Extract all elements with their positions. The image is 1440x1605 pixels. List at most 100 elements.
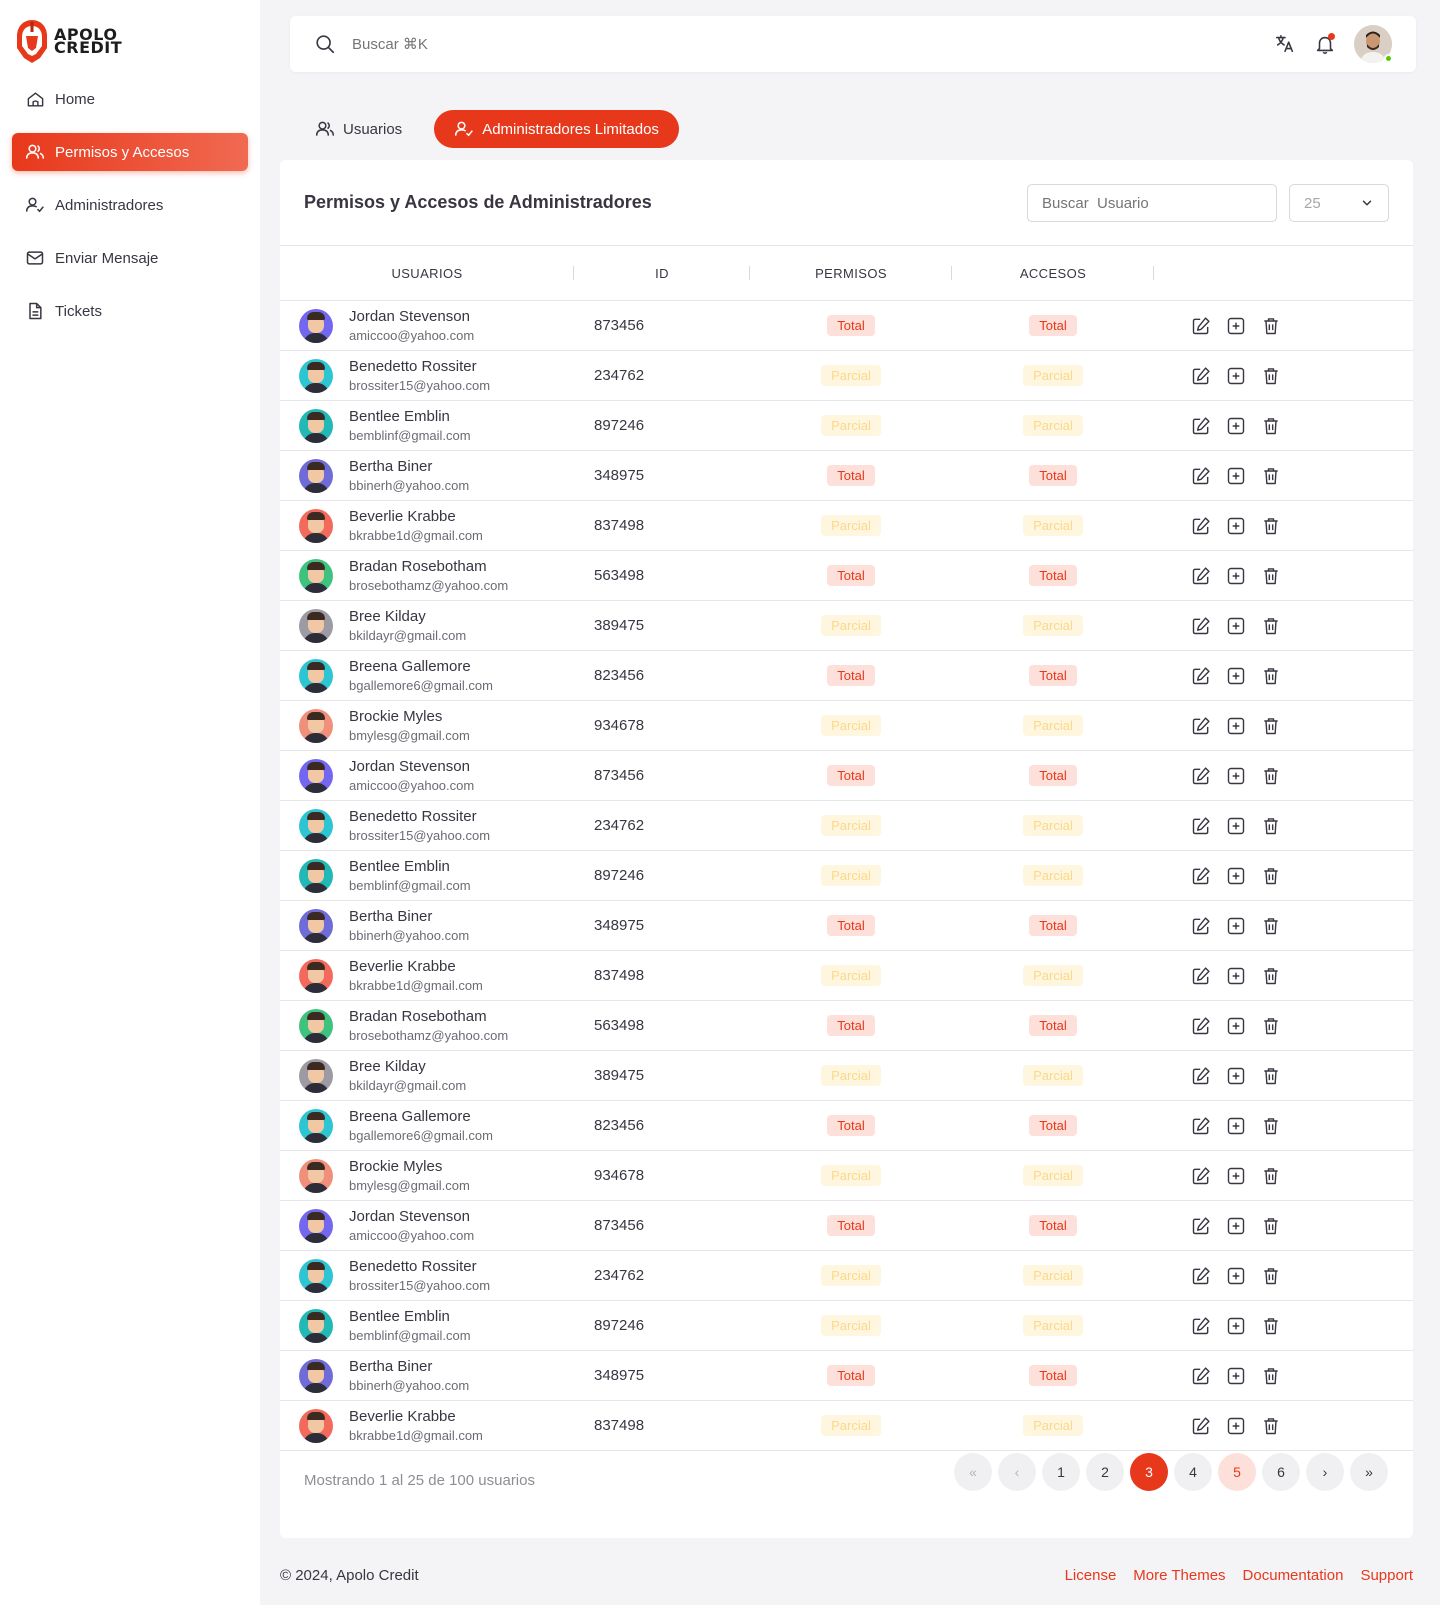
trash-icon[interactable] xyxy=(1261,1316,1281,1336)
edit-icon[interactable] xyxy=(1191,966,1211,986)
add-square-icon[interactable] xyxy=(1226,1266,1246,1286)
trash-icon[interactable] xyxy=(1261,616,1281,636)
search-icon[interactable] xyxy=(314,33,336,55)
trash-icon[interactable] xyxy=(1261,916,1281,936)
add-square-icon[interactable] xyxy=(1226,566,1246,586)
edit-icon[interactable] xyxy=(1191,916,1211,936)
edit-icon[interactable] xyxy=(1191,666,1211,686)
logo[interactable]: APOLO CREDIT xyxy=(14,18,122,64)
trash-icon[interactable] xyxy=(1261,816,1281,836)
add-square-icon[interactable] xyxy=(1226,1166,1246,1186)
page-button-3[interactable]: 3 xyxy=(1130,1453,1168,1491)
tab-administradores-limitados[interactable]: Administradores Limitados xyxy=(434,110,679,148)
sidebar-item-enviar-mensaje[interactable]: Enviar Mensaje xyxy=(12,239,248,277)
edit-icon[interactable] xyxy=(1191,1016,1211,1036)
add-square-icon[interactable] xyxy=(1226,1416,1246,1436)
add-square-icon[interactable] xyxy=(1226,466,1246,486)
add-square-icon[interactable] xyxy=(1226,716,1246,736)
trash-icon[interactable] xyxy=(1261,966,1281,986)
user-avatar[interactable] xyxy=(1354,25,1393,63)
global-search-input[interactable] xyxy=(352,35,1274,53)
edit-icon[interactable] xyxy=(1191,1316,1211,1336)
trash-icon[interactable] xyxy=(1261,666,1281,686)
column-header-usuarios[interactable]: USUARIOS xyxy=(280,246,574,301)
edit-icon[interactable] xyxy=(1191,516,1211,536)
add-square-icon[interactable] xyxy=(1226,916,1246,936)
trash-icon[interactable] xyxy=(1261,1216,1281,1236)
trash-icon[interactable] xyxy=(1261,716,1281,736)
add-square-icon[interactable] xyxy=(1226,1216,1246,1236)
edit-icon[interactable] xyxy=(1191,316,1211,336)
edit-icon[interactable] xyxy=(1191,616,1211,636)
column-header-accesos[interactable]: ACCESOS xyxy=(952,246,1154,301)
add-square-icon[interactable] xyxy=(1226,1366,1246,1386)
edit-icon[interactable] xyxy=(1191,1416,1211,1436)
trash-icon[interactable] xyxy=(1261,1166,1281,1186)
last-page-button[interactable]: » xyxy=(1350,1453,1388,1491)
sidebar-item-permisos[interactable]: Permisos y Accesos xyxy=(12,133,248,171)
edit-icon[interactable] xyxy=(1191,1366,1211,1386)
add-square-icon[interactable] xyxy=(1226,616,1246,636)
edit-icon[interactable] xyxy=(1191,1266,1211,1286)
trash-icon[interactable] xyxy=(1261,466,1281,486)
trash-icon[interactable] xyxy=(1261,1116,1281,1136)
bell-icon[interactable] xyxy=(1314,33,1336,55)
trash-icon[interactable] xyxy=(1261,316,1281,336)
sidebar-item-administradores[interactable]: Administradores xyxy=(12,186,248,224)
trash-icon[interactable] xyxy=(1261,1366,1281,1386)
add-square-icon[interactable] xyxy=(1226,1066,1246,1086)
footer-link-support[interactable]: Support xyxy=(1360,1567,1413,1584)
add-square-icon[interactable] xyxy=(1226,766,1246,786)
footer-link-documentation[interactable]: Documentation xyxy=(1243,1567,1344,1584)
page-button-6[interactable]: 6 xyxy=(1262,1453,1300,1491)
edit-icon[interactable] xyxy=(1191,416,1211,436)
add-square-icon[interactable] xyxy=(1226,1016,1246,1036)
trash-icon[interactable] xyxy=(1261,1266,1281,1286)
edit-icon[interactable] xyxy=(1191,566,1211,586)
footer-link-more-themes[interactable]: More Themes xyxy=(1133,1567,1225,1584)
edit-icon[interactable] xyxy=(1191,1116,1211,1136)
user-search-input[interactable] xyxy=(1027,184,1277,222)
edit-icon[interactable] xyxy=(1191,466,1211,486)
translate-icon[interactable] xyxy=(1274,33,1296,55)
add-square-icon[interactable] xyxy=(1226,816,1246,836)
trash-icon[interactable] xyxy=(1261,516,1281,536)
column-header-id[interactable]: ID xyxy=(574,246,750,301)
add-square-icon[interactable] xyxy=(1226,366,1246,386)
prev-page-button[interactable]: ‹ xyxy=(998,1453,1036,1491)
page-size-select[interactable]: 25 xyxy=(1289,184,1389,222)
edit-icon[interactable] xyxy=(1191,766,1211,786)
add-square-icon[interactable] xyxy=(1226,316,1246,336)
add-square-icon[interactable] xyxy=(1226,966,1246,986)
add-square-icon[interactable] xyxy=(1226,666,1246,686)
add-square-icon[interactable] xyxy=(1226,416,1246,436)
add-square-icon[interactable] xyxy=(1226,1316,1246,1336)
trash-icon[interactable] xyxy=(1261,366,1281,386)
page-button-1[interactable]: 1 xyxy=(1042,1453,1080,1491)
edit-icon[interactable] xyxy=(1191,1066,1211,1086)
trash-icon[interactable] xyxy=(1261,1016,1281,1036)
trash-icon[interactable] xyxy=(1261,1066,1281,1086)
sidebar-item-tickets[interactable]: Tickets xyxy=(12,292,248,330)
add-square-icon[interactable] xyxy=(1226,866,1246,886)
next-page-button[interactable]: › xyxy=(1306,1453,1344,1491)
trash-icon[interactable] xyxy=(1261,416,1281,436)
trash-icon[interactable] xyxy=(1261,766,1281,786)
add-square-icon[interactable] xyxy=(1226,1116,1246,1136)
first-page-button[interactable]: « xyxy=(954,1453,992,1491)
page-button-4[interactable]: 4 xyxy=(1174,1453,1212,1491)
edit-icon[interactable] xyxy=(1191,1216,1211,1236)
edit-icon[interactable] xyxy=(1191,866,1211,886)
sidebar-item-home[interactable]: Home xyxy=(12,80,248,118)
page-button-5[interactable]: 5 xyxy=(1218,1453,1256,1491)
edit-icon[interactable] xyxy=(1191,816,1211,836)
trash-icon[interactable] xyxy=(1261,1416,1281,1436)
footer-link-license[interactable]: License xyxy=(1065,1567,1117,1584)
edit-icon[interactable] xyxy=(1191,366,1211,386)
page-button-2[interactable]: 2 xyxy=(1086,1453,1124,1491)
trash-icon[interactable] xyxy=(1261,866,1281,886)
add-square-icon[interactable] xyxy=(1226,516,1246,536)
column-header-permisos[interactable]: PERMISOS xyxy=(750,246,952,301)
edit-icon[interactable] xyxy=(1191,1166,1211,1186)
tab-usuarios[interactable]: Usuarios xyxy=(305,110,422,148)
